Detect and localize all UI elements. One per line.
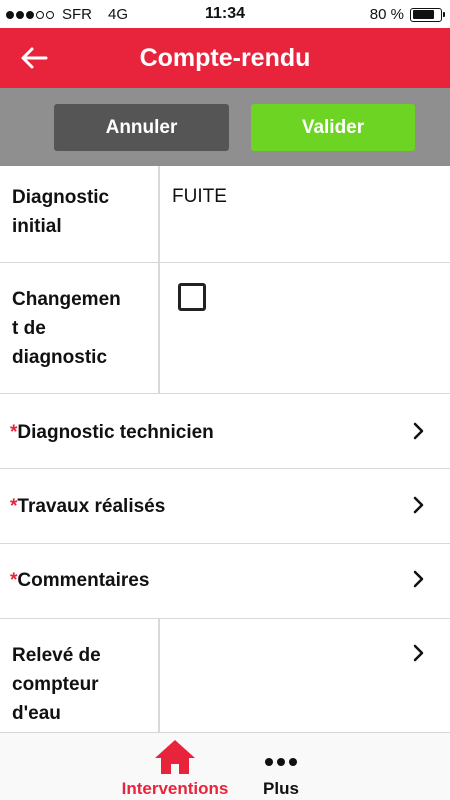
row-releve-compteur[interactable]: Relevé de compteur d'eau <box>0 619 450 732</box>
diagnostic-initial-label: Diagnostic initial <box>12 187 110 237</box>
releve-compteur-label: Relevé de compteur d'eau <box>12 645 101 724</box>
row-diagnostic-initial: Diagnostic initial FUITE <box>0 166 450 263</box>
cancel-button[interactable]: Annuler <box>54 104 229 151</box>
chevron-right-icon <box>413 644 424 662</box>
row-changement-diagnostic: Changemen t de diagnostic <box>0 263 450 394</box>
validate-button[interactable]: Valider <box>251 104 415 151</box>
chevron-right-icon <box>413 496 424 514</box>
chevron-right-icon <box>413 422 424 440</box>
row-commentaires[interactable]: *Commentaires <box>0 544 450 619</box>
back-button[interactable] <box>14 38 54 78</box>
app-header: Compte-rendu <box>0 28 450 88</box>
battery-level <box>412 10 435 19</box>
tab-interventions-label: Interventions <box>121 779 229 798</box>
more-dots-icon <box>265 758 297 766</box>
arrow-left-icon <box>21 47 48 69</box>
row-travaux-realises[interactable]: *Travaux réalisés <box>0 469 450 544</box>
page-title: Compte-rendu <box>139 44 311 72</box>
tab-plus[interactable]: Plus <box>250 733 312 800</box>
column-divider <box>158 619 160 732</box>
tab-plus-label: Plus <box>263 779 299 798</box>
row-diagnostic-technicien[interactable]: *Diagnostic technicien <box>0 394 450 469</box>
column-divider <box>158 263 160 393</box>
diagnostic-initial-value: FUITE <box>172 186 227 207</box>
diagnostic-technicien-label: *Diagnostic technicien <box>10 422 214 443</box>
home-icon <box>155 740 195 774</box>
status-right: 80 % <box>369 6 445 23</box>
commentaires-label: *Commentaires <box>10 570 150 591</box>
column-divider <box>158 166 160 262</box>
tab-interventions[interactable]: Interventions <box>110 733 240 800</box>
travaux-realises-label: *Travaux réalisés <box>10 496 166 517</box>
battery-percent: 80 % <box>369 6 404 23</box>
status-bar: SFR 4G 11:34 80 % <box>0 0 450 28</box>
changement-diagnostic-checkbox[interactable] <box>178 283 206 311</box>
bottom-tab-bar: Interventions Plus <box>0 732 450 800</box>
action-bar: Annuler Valider <box>0 88 450 166</box>
battery-icon <box>410 7 445 22</box>
chevron-right-icon <box>413 570 424 588</box>
changement-diagnostic-label: Changemen t de diagnostic <box>12 289 121 368</box>
